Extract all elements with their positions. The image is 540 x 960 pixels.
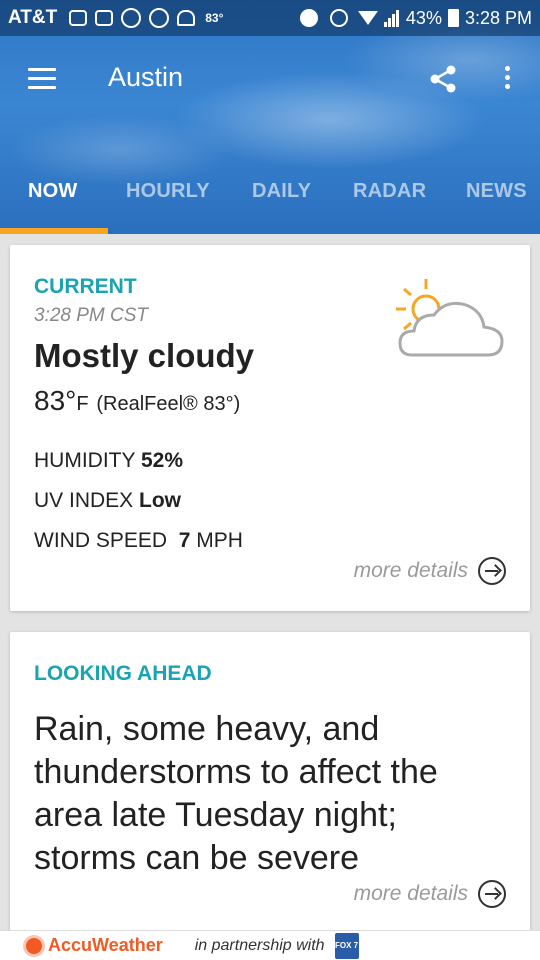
partly-cloudy-icon <box>396 279 504 357</box>
accuweather-sun-icon <box>26 937 42 954</box>
humidity-value: 52% <box>140 449 183 472</box>
wind-speed-value: 7 <box>178 529 191 552</box>
notification-icon <box>121 8 142 28</box>
humidity-row: HUMIDITY 52% <box>34 449 183 473</box>
uv-index-label: UV INDEX <box>34 489 134 512</box>
arrow-right-circle-icon <box>478 880 506 908</box>
more-details-label: more details <box>353 559 468 582</box>
temperature-value: 83° <box>34 385 77 416</box>
current-more-details-link[interactable]: more details <box>354 557 506 585</box>
humidity-label: HUMIDITY <box>34 449 136 472</box>
looking-ahead-card[interactable]: LOOKING AHEAD Rain, some heavy, and thun… <box>10 632 530 932</box>
tab-indicator <box>0 228 108 234</box>
hand-icon <box>177 10 196 26</box>
alarm-icon <box>329 9 348 27</box>
tab-now[interactable]: NOW <box>28 180 77 203</box>
wind-speed-row: WIND SPEED 7 MPH <box>34 529 243 553</box>
realfeel-value: (RealFeel® 83°) <box>96 393 241 415</box>
footer-banner: AccuWeather in partnership with FOX 7 <box>0 930 540 960</box>
tab-hourly[interactable]: HOURLY <box>126 180 210 203</box>
forecast-headline: Rain, some heavy, and thunderstorms to a… <box>34 710 438 877</box>
current-section-label: CURRENT <box>34 275 137 298</box>
uv-index-value: Low <box>139 489 182 512</box>
tab-daily[interactable]: DAILY <box>252 180 311 203</box>
looking-ahead-section-label: LOOKING AHEAD <box>34 662 212 685</box>
looking-ahead-more-details-link[interactable]: more details <box>354 880 506 908</box>
status-temperature: 83° <box>205 11 224 25</box>
share-icon[interactable] <box>428 64 458 94</box>
current-conditions-card[interactable]: CURRENT 3:28 PM CST Mostly cloudy 83°F (… <box>10 245 530 611</box>
notification-icon-2 <box>149 8 170 28</box>
page-title: Austin <box>108 62 184 92</box>
partnership-text: in partnership with <box>194 936 325 954</box>
bluetooth-icon <box>299 9 318 27</box>
wifi-icon <box>357 11 378 25</box>
accuweather-logo: AccuWeather <box>26 935 163 956</box>
arrow-right-circle-icon <box>478 557 506 585</box>
wind-speed-unit: MPH <box>196 529 243 552</box>
gallery-icon <box>95 10 114 26</box>
observation-time: 3:28 PM CST <box>34 305 149 326</box>
battery-icon <box>447 9 459 27</box>
more-vertical-icon[interactable] <box>503 66 511 92</box>
carrier-label: AT&T <box>8 7 58 28</box>
fox7-logo: FOX 7 <box>334 932 359 959</box>
tab-news[interactable]: NEWS <box>466 180 527 203</box>
hamburger-menu-icon[interactable] <box>28 68 56 89</box>
tab-bar: NOW HOURLY DAILY RADAR NEWS <box>0 170 540 234</box>
condition-text: Mostly cloudy <box>34 337 255 374</box>
signal-icon <box>383 9 400 27</box>
uv-index-row: UV INDEX Low <box>34 489 181 513</box>
status-bar: AT&T 83° 43% 3:28 PM <box>0 0 540 36</box>
status-time: 3:28 PM <box>464 7 532 28</box>
battery-percent: 43% <box>405 7 442 28</box>
temperature-unit: F <box>76 393 89 415</box>
more-details-label: more details <box>353 882 468 905</box>
header: AT&T 83° 43% 3:28 PM Austin NOW HOURLY D… <box>0 0 540 234</box>
message-icon <box>69 10 88 26</box>
toolbar: Austin <box>0 36 540 120</box>
tab-radar[interactable]: RADAR <box>353 180 426 203</box>
wind-speed-label: WIND SPEED <box>34 529 168 552</box>
brand-name: AccuWeather <box>48 935 163 955</box>
temperature-line: 83°F (RealFeel® 83°) <box>34 385 240 417</box>
